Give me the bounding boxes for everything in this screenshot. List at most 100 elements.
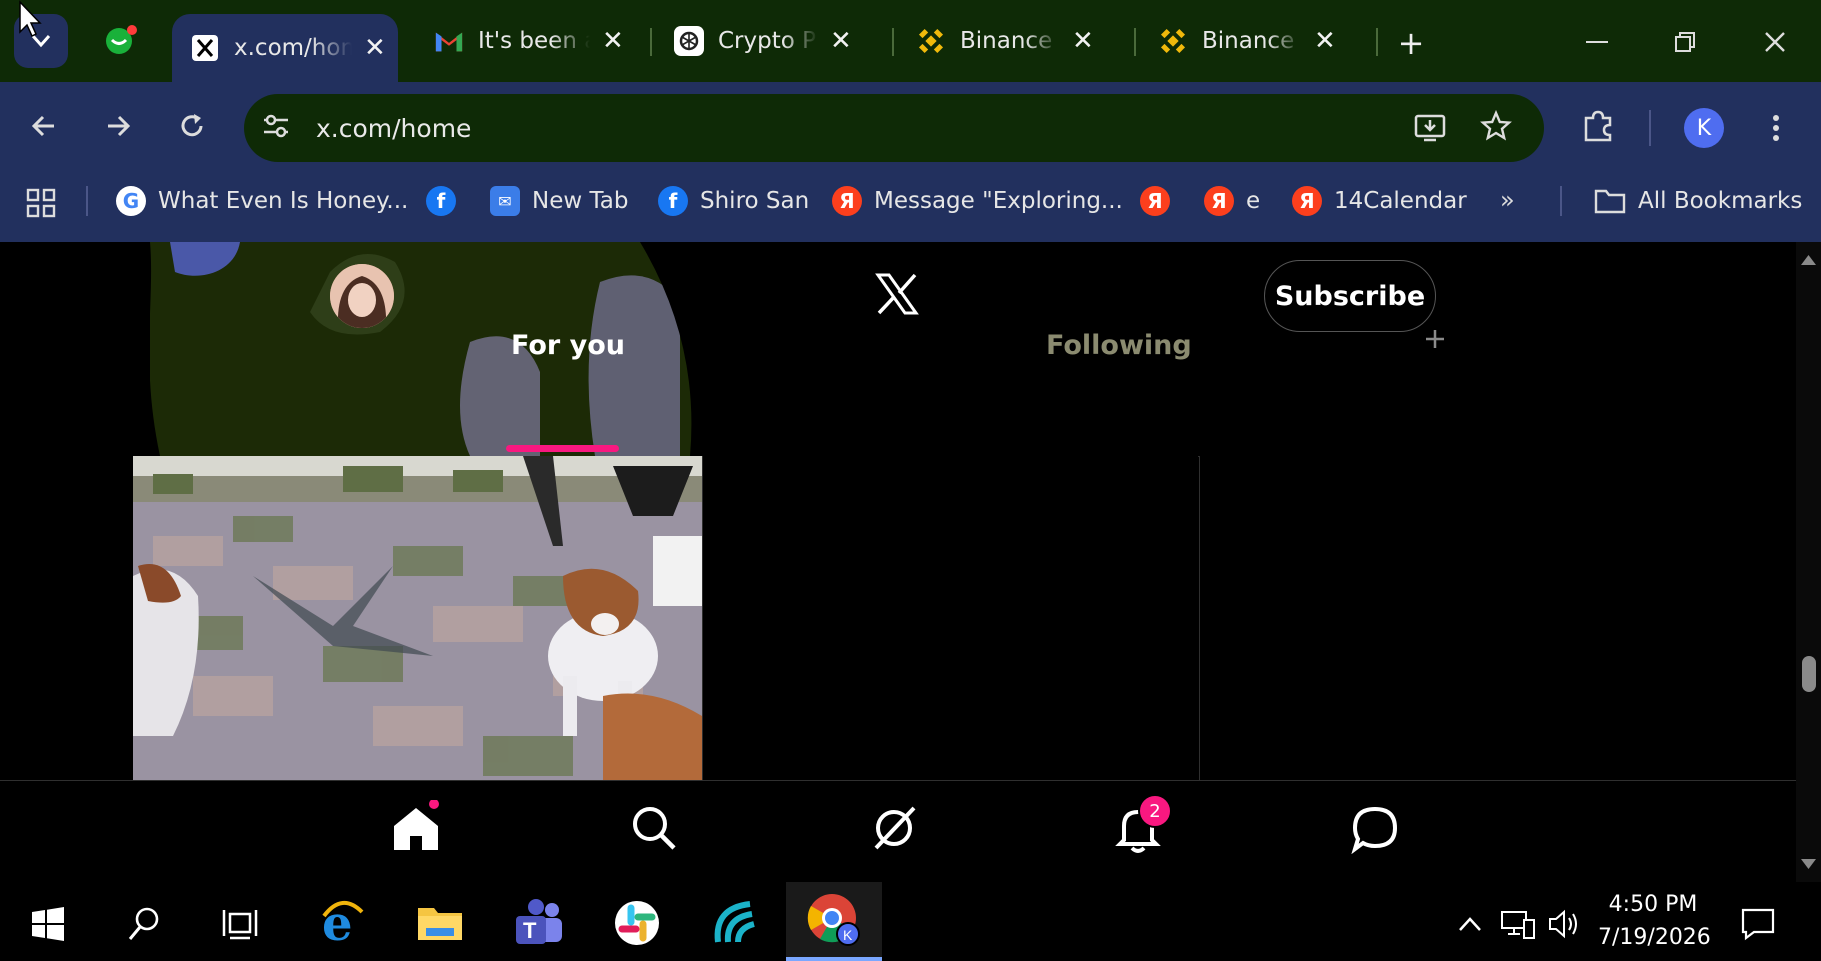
- taskbar-app-icon[interactable]: [710, 898, 760, 948]
- bookmark-label: What Even Is Honey...: [158, 188, 409, 214]
- tab-for-you[interactable]: For you: [511, 330, 625, 361]
- back-button[interactable]: [28, 110, 68, 146]
- grok-icon: [874, 806, 916, 850]
- more-bookmarks-button[interactable]: »: [1500, 186, 1530, 216]
- notification-badge: 2: [1138, 794, 1172, 828]
- apps-button[interactable]: [26, 188, 56, 218]
- tab-gmail[interactable]: It's been a while ✕: [416, 14, 638, 68]
- nav-notifications[interactable]: 2: [1110, 794, 1172, 856]
- scroll-up-icon[interactable]: [1796, 250, 1821, 270]
- profile-avatar[interactable]: K: [1684, 108, 1724, 148]
- new-tab-button[interactable]: +: [1388, 20, 1434, 66]
- tab-following[interactable]: Following: [1046, 330, 1192, 361]
- install-icon: [1414, 114, 1446, 142]
- scroll-down-icon[interactable]: [1796, 854, 1821, 874]
- forward-button[interactable]: [102, 110, 142, 146]
- tab-label: Binance Converter: [960, 28, 1060, 54]
- bookmark-yandex[interactable]: Я: [1140, 186, 1182, 216]
- tab-x-home[interactable]: x.com/home ✕: [172, 14, 398, 82]
- bookmark-new-tab[interactable]: ✉ New Tab: [490, 186, 628, 216]
- media-thumbnail[interactable]: [704, 456, 1198, 780]
- apps-grid-icon: [26, 188, 56, 218]
- media-thumbnail[interactable]: [1200, 456, 1796, 780]
- x-logo-icon[interactable]: [875, 272, 919, 316]
- taskbar-search-button[interactable]: [126, 904, 162, 944]
- taskbar-teams-icon[interactable]: T: [512, 898, 564, 946]
- close-window-button[interactable]: [1750, 22, 1800, 62]
- facebook-icon: f: [658, 186, 688, 216]
- clock-date: 7/19/2026: [1598, 925, 1711, 950]
- network-icon[interactable]: [1500, 906, 1536, 942]
- yandex-icon: Я: [1292, 186, 1322, 216]
- close-icon[interactable]: ✕: [1072, 26, 1094, 56]
- whatsapp-tab-group[interactable]: [104, 24, 138, 58]
- bookmark-what-even-is-honey[interactable]: G What Even Is Honey...: [116, 186, 408, 216]
- taskbar-chrome-icon[interactable]: K: [786, 882, 882, 961]
- task-view-button[interactable]: [222, 906, 258, 942]
- restore-icon: [1675, 32, 1695, 52]
- minimize-button[interactable]: [1572, 22, 1622, 62]
- nav-grok[interactable]: [870, 804, 918, 852]
- clock[interactable]: 4:50 PM 7/19/2026: [1598, 888, 1711, 954]
- start-button[interactable]: [30, 906, 66, 942]
- tab-binance-2[interactable]: Binance - Crypto ✕: [1140, 14, 1362, 68]
- google-icon: G: [116, 186, 146, 216]
- bookmark-shiro-san[interactable]: f Shiro San: [658, 186, 809, 216]
- bookmark-message-exploring[interactable]: Я Message "Exploring...: [832, 186, 1123, 216]
- binance-icon: [1158, 26, 1188, 56]
- bookmark-14calendar[interactable]: Я 14Calendar: [1292, 186, 1467, 216]
- subscribe-button[interactable]: Subscribe: [1264, 260, 1436, 332]
- page-scrollbar[interactable]: [1796, 242, 1821, 882]
- bookmark-star-button[interactable]: [1480, 110, 1516, 146]
- mouse-cursor: [18, 0, 42, 40]
- bookmark-label: e: [1246, 188, 1261, 214]
- taskbar-edge-icon[interactable]: e: [318, 898, 366, 946]
- close-icon[interactable]: ✕: [602, 26, 624, 56]
- chevron-up-icon: [1459, 917, 1481, 931]
- url-text[interactable]: x.com/home: [316, 114, 471, 143]
- restore-button[interactable]: [1660, 22, 1710, 62]
- tab-label: It's been a while: [478, 28, 590, 54]
- search-icon: [633, 807, 676, 850]
- close-icon[interactable]: ✕: [364, 33, 386, 63]
- yandex-icon: Я: [832, 186, 862, 216]
- tab-label: Binance - Crypto: [1202, 28, 1302, 54]
- tab-chatgpt[interactable]: Crypto P2P ✕: [656, 14, 878, 68]
- tab-label: x.com/home: [234, 35, 352, 61]
- yandex-icon: Я: [1140, 186, 1170, 216]
- menu-button[interactable]: [1770, 108, 1782, 148]
- x-logo-icon: [190, 33, 220, 63]
- tune-icon: [264, 114, 288, 138]
- site-info-button[interactable]: [260, 110, 296, 146]
- install-app-button[interactable]: [1414, 112, 1450, 146]
- bookmark-e[interactable]: Я e: [1204, 186, 1260, 216]
- search-icon: [128, 907, 159, 940]
- nav-search[interactable]: [630, 804, 678, 852]
- add-tab-button[interactable]: [1420, 324, 1456, 364]
- reload-button[interactable]: [176, 110, 216, 146]
- all-bookmarks-button[interactable]: All Bookmarks: [1594, 186, 1802, 216]
- user-avatar[interactable]: [330, 264, 394, 328]
- bookmark-facebook[interactable]: f: [426, 186, 468, 216]
- reload-icon: [181, 114, 203, 137]
- taskbar-file-explorer-icon[interactable]: [416, 900, 464, 944]
- bookmark-label: All Bookmarks: [1638, 188, 1803, 214]
- gmail-icon: [434, 26, 464, 56]
- nav-messages[interactable]: [1350, 804, 1400, 854]
- toolbar-divider: [1649, 110, 1651, 146]
- media-thumbnail[interactable]: [133, 456, 702, 780]
- tab-binance-1[interactable]: Binance Converter ✕: [898, 14, 1120, 68]
- bookmark-label: New Tab: [532, 188, 629, 214]
- nav-home[interactable]: [388, 800, 444, 856]
- yandex-icon: Я: [1204, 186, 1234, 216]
- close-icon: [1765, 32, 1785, 52]
- close-icon[interactable]: ✕: [830, 26, 852, 56]
- action-center-button[interactable]: [1740, 906, 1776, 942]
- scrollbar-thumb[interactable]: [1802, 656, 1816, 692]
- show-hidden-icons-button[interactable]: [1456, 910, 1484, 938]
- close-icon[interactable]: ✕: [1314, 26, 1336, 56]
- volume-icon[interactable]: [1546, 906, 1582, 942]
- taskbar-slack-icon[interactable]: [614, 900, 660, 946]
- arrow-left-icon: [31, 115, 54, 137]
- extensions-button[interactable]: [1580, 108, 1618, 146]
